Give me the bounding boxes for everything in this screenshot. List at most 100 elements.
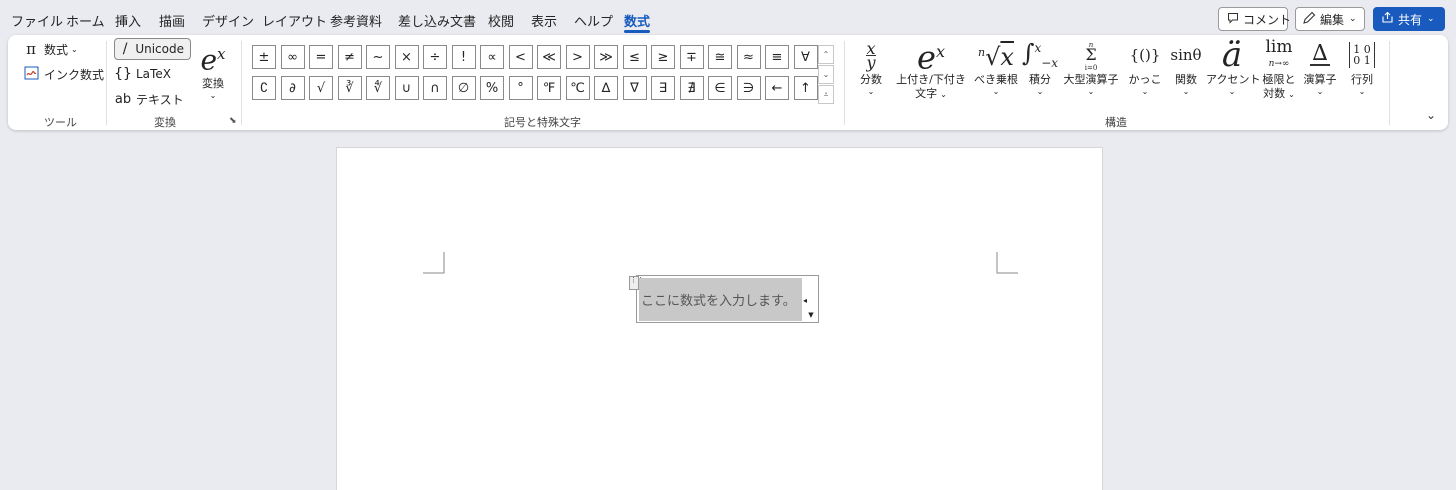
structure-button-script[interactable]: ex 上付き/下付き 文字 ⌄: [894, 37, 968, 102]
equation-box[interactable]: ⋮⋮ ここに数式を入力します。 ◂ ▼: [629, 275, 819, 323]
symbol-button[interactable]: =: [309, 45, 333, 69]
unicode-button[interactable]: / Unicode: [114, 38, 191, 60]
chevron-down-icon: ⌄: [1036, 87, 1044, 96]
tab-draw[interactable]: 描画: [159, 11, 185, 30]
symbol-button[interactable]: ∓: [679, 45, 704, 69]
symbol-button[interactable]: ≈: [736, 45, 761, 69]
symbol-button[interactable]: ≥: [651, 45, 675, 69]
comment-button[interactable]: コメント: [1218, 7, 1292, 31]
gallery-scroll-down-icon[interactable]: ⌄: [818, 65, 834, 84]
symbol-button[interactable]: ×: [394, 45, 419, 69]
symbol-button[interactable]: ≅: [708, 45, 732, 69]
structure-button-function[interactable]: sinθ 関数 ⌄: [1168, 37, 1204, 97]
convert-button[interactable]: ex 変換 ⌄: [194, 37, 232, 101]
chevron-down-icon: ⌄: [1427, 14, 1435, 24]
symbol-button[interactable]: °: [508, 76, 533, 100]
symbol-button[interactable]: ∄: [679, 76, 704, 100]
tab-mailings[interactable]: 差し込み文書: [398, 11, 476, 30]
structure-button-integral[interactable]: ∫x−x 積分 ⌄: [1022, 37, 1058, 97]
document-page[interactable]: ⋮⋮ ここに数式を入力します。 ◂ ▼: [336, 147, 1103, 490]
symbol-button[interactable]: ∩: [423, 76, 447, 100]
edit-mode-button[interactable]: 編集 ⌄: [1295, 7, 1365, 31]
latex-button[interactable]: {} LaTeX: [114, 63, 171, 85]
convert-ex-icon: ex: [200, 43, 226, 77]
symbol-button[interactable]: ∂: [280, 76, 305, 100]
bracket-icon: {()}: [1129, 46, 1161, 64]
ribbon-expand-icon[interactable]: ⌄: [1426, 108, 1436, 122]
symbol-button[interactable]: ≠: [337, 45, 362, 69]
structure-label: 行列: [1351, 73, 1373, 86]
share-icon: [1381, 11, 1394, 27]
tab-layout[interactable]: レイアウト: [262, 11, 327, 30]
symbol-button[interactable]: %: [480, 76, 504, 100]
symbol-button[interactable]: ∞: [280, 45, 305, 69]
symbol-button[interactable]: ∆: [594, 76, 618, 100]
comment-label: コメント: [1243, 12, 1292, 27]
equation-options-dropdown-icon[interactable]: ▼: [805, 309, 817, 321]
tab-design[interactable]: デザイン: [202, 11, 254, 30]
structure-button-matrix[interactable]: 1 00 1 行列 ⌄: [1342, 37, 1382, 97]
symbol-button[interactable]: ≪: [537, 45, 561, 69]
chevron-down-icon: ⌄: [867, 87, 875, 96]
structure-button-limit[interactable]: lim n→∞ 極限と 対数 ⌄: [1260, 37, 1298, 102]
symbol-button[interactable]: ~: [366, 45, 390, 69]
symbol-button[interactable]: ↑: [793, 76, 818, 100]
gallery-scroll-up-icon[interactable]: ⌃: [818, 45, 834, 64]
structure-label: 分数: [860, 73, 882, 86]
text-button[interactable]: ab テキスト: [114, 88, 184, 110]
fraction-icon: xy: [866, 38, 876, 72]
symbol-button[interactable]: ℉: [537, 76, 561, 100]
symbol-button[interactable]: ∋: [736, 76, 761, 100]
tab-insert[interactable]: 挿入: [115, 11, 141, 30]
structure-button-radical[interactable]: n√x べき乗根 ⌄: [974, 37, 1018, 97]
equation-placeholder[interactable]: ここに数式を入力します。: [639, 278, 802, 321]
symbol-button[interactable]: ∛: [337, 76, 362, 100]
structure-label-row: 文字 ⌄: [894, 87, 968, 102]
symbol-button[interactable]: >: [565, 45, 590, 69]
equation-button[interactable]: π 数式 ⌄: [22, 38, 78, 60]
tab-file[interactable]: ファイル: [11, 11, 63, 30]
chevron-down-icon: ⌄: [1141, 87, 1149, 96]
symbol-button[interactable]: <: [508, 45, 533, 69]
ribbon: π 数式 ⌄ インク数式 ツール / Unicode {} LaTeX ab テ…: [8, 35, 1448, 130]
symbol-button[interactable]: ∜: [366, 76, 390, 100]
symbol-button[interactable]: ℃: [565, 76, 590, 100]
function-icon: sinθ: [1170, 46, 1202, 64]
symbol-button[interactable]: ∁: [252, 76, 276, 100]
symbol-button[interactable]: ≡: [765, 45, 789, 69]
gallery-more-icon[interactable]: ⩡: [818, 85, 834, 104]
tab-home[interactable]: ホーム: [66, 11, 105, 30]
symbol-button[interactable]: ÷: [423, 45, 447, 69]
symbol-button[interactable]: ≫: [594, 45, 618, 69]
symbol-button[interactable]: !: [451, 45, 476, 69]
structure-button-bracket[interactable]: {()} かっこ ⌄: [1128, 37, 1162, 97]
unicode-label: Unicode: [135, 42, 184, 56]
equation-move-handle-icon[interactable]: ⋮⋮: [629, 276, 644, 290]
structure-label: 関数: [1175, 73, 1197, 86]
structure-button-large-operator[interactable]: n Σi=0 大型演算子 ⌄: [1060, 37, 1122, 97]
tab-help[interactable]: ヘルプ: [574, 11, 613, 30]
chevron-down-icon: ⌄: [1087, 87, 1095, 96]
symbol-button[interactable]: ∝: [480, 45, 504, 69]
dialog-launcher-icon[interactable]: ⬊: [229, 116, 237, 126]
share-button[interactable]: 共有 ⌄: [1373, 7, 1445, 31]
pencil-icon: [1302, 11, 1316, 28]
tab-review[interactable]: 校閲: [488, 11, 514, 30]
tab-equation[interactable]: 数式: [624, 11, 651, 33]
symbol-button[interactable]: ≤: [622, 45, 647, 69]
symbol-button[interactable]: ∃: [651, 76, 675, 100]
tab-references[interactable]: 参考資料: [330, 11, 382, 30]
symbol-button[interactable]: ∀: [793, 45, 818, 69]
symbol-button[interactable]: ←: [765, 76, 789, 100]
tab-view[interactable]: 表示: [531, 11, 557, 30]
symbol-button[interactable]: √: [309, 76, 333, 100]
structure-button-fraction[interactable]: x y 分数 ⌄: [853, 37, 889, 97]
structure-button-operator[interactable]: ∆ 演算子 ⌄: [1300, 37, 1340, 97]
symbol-button[interactable]: ∪: [394, 76, 419, 100]
symbol-button[interactable]: ∈: [708, 76, 732, 100]
symbol-button[interactable]: ∅: [451, 76, 476, 100]
symbol-button[interactable]: ±: [252, 45, 276, 69]
symbol-button[interactable]: ∇: [622, 76, 647, 100]
structure-button-accent[interactable]: ä アクセント ⌄: [1206, 37, 1260, 97]
ink-equation-button[interactable]: インク数式: [22, 63, 104, 85]
